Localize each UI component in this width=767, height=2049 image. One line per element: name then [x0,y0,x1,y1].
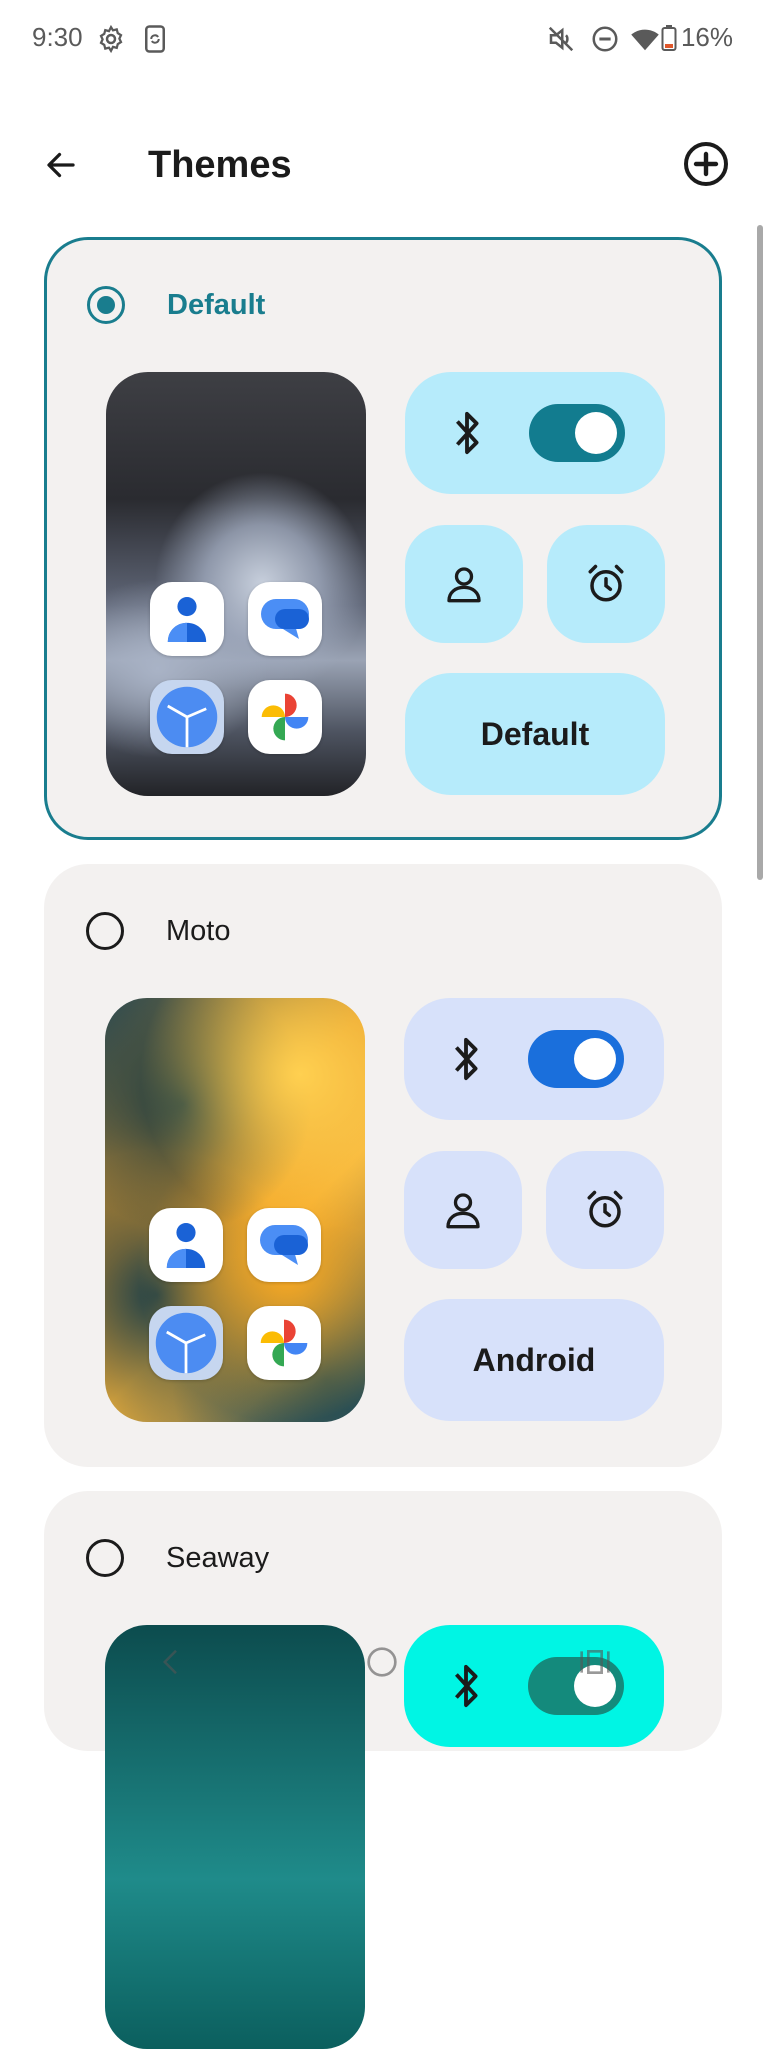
radio-selected[interactable] [87,286,125,324]
photos-icon [247,1306,321,1380]
status-time: 9:30 [32,22,83,52]
bluetooth-icon [454,1037,478,1081]
photos-icon [248,680,322,754]
navigation-bar [0,1620,767,1704]
theme-name: Default [167,289,266,321]
person-tile[interactable] [405,525,523,643]
settings-gear-icon [99,24,123,54]
page-title: Themes [148,144,292,186]
contacts-icon [150,582,224,656]
scrollbar[interactable] [757,225,763,880]
battery-icon [661,24,677,51]
do-not-disturb-icon [592,26,618,52]
clock-icon [150,680,224,754]
bluetooth-toggle-tile[interactable] [405,372,665,494]
toggle-knob [574,1038,616,1080]
toggle-knob [575,412,617,454]
alarm-tile[interactable] [547,525,665,643]
add-circle-icon[interactable] [682,140,730,188]
person-icon [447,567,481,603]
person-icon [446,1193,480,1229]
theme-tile-label: Android [472,1341,596,1378]
person-tile[interactable] [404,1151,522,1269]
battery-percent: 16% [680,22,733,52]
bluetooth-icon [455,411,479,455]
toggle-switch[interactable] [528,1030,624,1088]
bluetooth-toggle-tile[interactable] [404,998,664,1120]
alarm-tile[interactable] [546,1151,664,1269]
radio-unselected[interactable] [86,912,124,950]
alarm-icon [588,564,624,602]
battery-status: 16% [661,22,733,53]
arrow-back-icon [47,152,75,178]
wifi-icon [631,29,659,51]
radio-unselected[interactable] [86,1539,124,1577]
toggle-switch[interactable] [529,404,625,462]
messages-icon [247,1208,321,1282]
nav-back-icon[interactable] [156,1644,186,1680]
messages-icon [248,582,322,656]
theme-name: Seaway [166,1542,270,1574]
nav-home-icon[interactable] [366,1646,398,1678]
phone-sync-icon [145,25,165,53]
theme-tile-label: Default [480,715,590,752]
wallpaper-preview [106,372,366,796]
contacts-icon [149,1208,223,1282]
theme-card-moto[interactable]: Moto Android [44,864,722,1467]
theme-label-tile[interactable]: Android [404,1299,664,1421]
clock-icon [149,1306,223,1380]
alarm-icon [587,1190,623,1228]
mute-icon [548,26,574,52]
theme-label-tile[interactable]: Default [405,673,665,795]
wallpaper-preview [105,998,365,1422]
theme-card-default[interactable]: Default Default [44,237,722,840]
nav-recents-icon[interactable] [578,1646,612,1678]
status-bar: 9:30 16% [0,0,767,80]
top-app-bar: Themes [0,120,767,210]
theme-name: Moto [166,915,231,947]
back-button[interactable] [36,140,86,190]
